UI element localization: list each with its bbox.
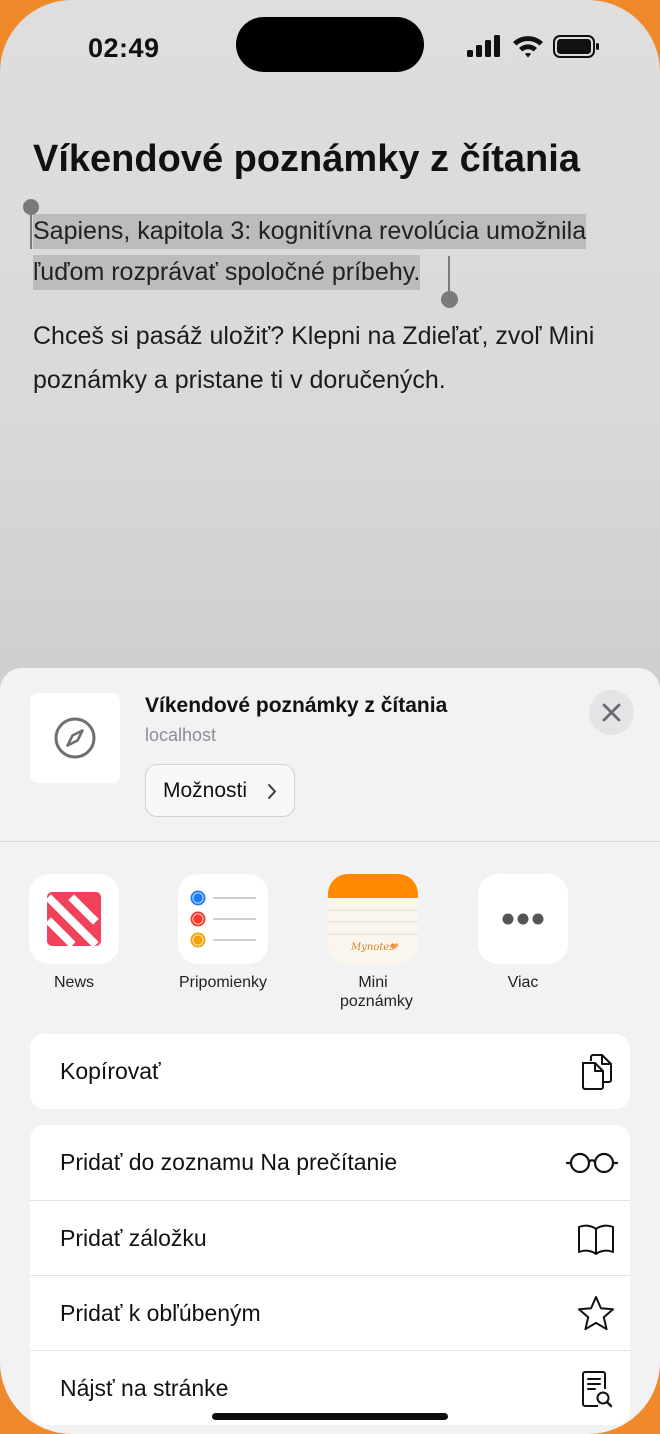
action-label: Pridať do zoznamu Na prečítanie [60,1149,398,1175]
share-app-reminders[interactable]: Pripomienky [158,874,288,992]
glasses-icon [566,1152,618,1174]
page-title: Víkendové poznámky z čítania [33,138,580,180]
find-in-page-icon [582,1371,613,1408]
star-icon [578,1296,614,1331]
preview-thumbnail [30,693,120,783]
reminders-icon [178,874,268,964]
close-icon [602,703,621,722]
action-copy[interactable]: Kopírovať [30,1034,630,1109]
mini-notes-icon: Mynotes [328,874,418,964]
selection-start-handle[interactable] [30,213,32,249]
selection-start-handle-knob[interactable] [23,199,39,215]
share-app-news[interactable]: News [9,874,139,992]
news-icon [29,874,119,964]
share-app-mini-notes[interactable]: Mynotes Mini poznámky [308,874,438,1011]
copy-icon [582,1054,612,1090]
close-button[interactable] [589,690,634,735]
selection-end-handle-knob[interactable] [441,291,458,308]
options-button-label: Možnosti [163,779,248,802]
mini-notes-icon-text: Mynotes [351,942,395,953]
cellular-signal-icon [467,35,500,57]
action-add-favorites[interactable]: Pridať k obľúbeným [30,1275,630,1350]
device-frame: 02:49 Víkendové poznámky z čítania Sapie… [0,0,660,1434]
action-group-copy: Kopírovať [30,1034,630,1109]
share-app-more[interactable]: Viac [458,874,588,992]
wifi-icon [513,36,543,58]
more-icon [478,874,568,964]
selection-end-handle[interactable] [448,256,450,292]
app-label: News [53,974,94,991]
selected-passage[interactable]: Sapiens, kapitola 3: kognitívna revolúci… [33,211,633,293]
action-label: Nájsť na stránke [60,1375,229,1401]
action-label: Kopírovať [60,1058,161,1084]
status-time: 02:49 [88,33,160,63]
options-button[interactable]: Možnosti [145,764,295,817]
share-sheet: Víkendové poznámky z čítania localhost M… [0,668,660,1434]
book-icon [578,1224,614,1255]
action-label: Pridať záložku [60,1225,207,1251]
battery-icon [553,35,599,58]
action-group-safari: Pridať do zoznamu Na prečítanie Pridať z… [30,1125,630,1425]
preview-subtitle: localhost [145,725,217,745]
action-add-reading-list[interactable]: Pridať do zoznamu Na prečítanie [30,1125,630,1200]
dynamic-island [236,17,424,72]
home-indicator[interactable] [212,1413,448,1420]
safari-compass-icon [54,717,96,759]
app-label: Pripomienky [178,974,268,991]
sheet-divider [0,841,660,842]
selected-passage-text: Sapiens, kapitola 3: kognitívna revolúci… [33,214,587,290]
chevron-right-icon [268,784,276,799]
app-label: Viac [507,974,539,991]
screen: 02:49 Víkendové poznámky z čítania Sapie… [0,0,660,1434]
hint-paragraph: Chceš si pasáž uložiť? Klepni na Zdieľať… [33,322,595,394]
action-label: Pridať k obľúbeným [60,1300,261,1326]
app-label: Mini poznámky [340,974,413,1010]
action-add-bookmark[interactable]: Pridať záložku [30,1200,630,1275]
preview-title: Víkendové poznámky z čítania [145,694,448,717]
